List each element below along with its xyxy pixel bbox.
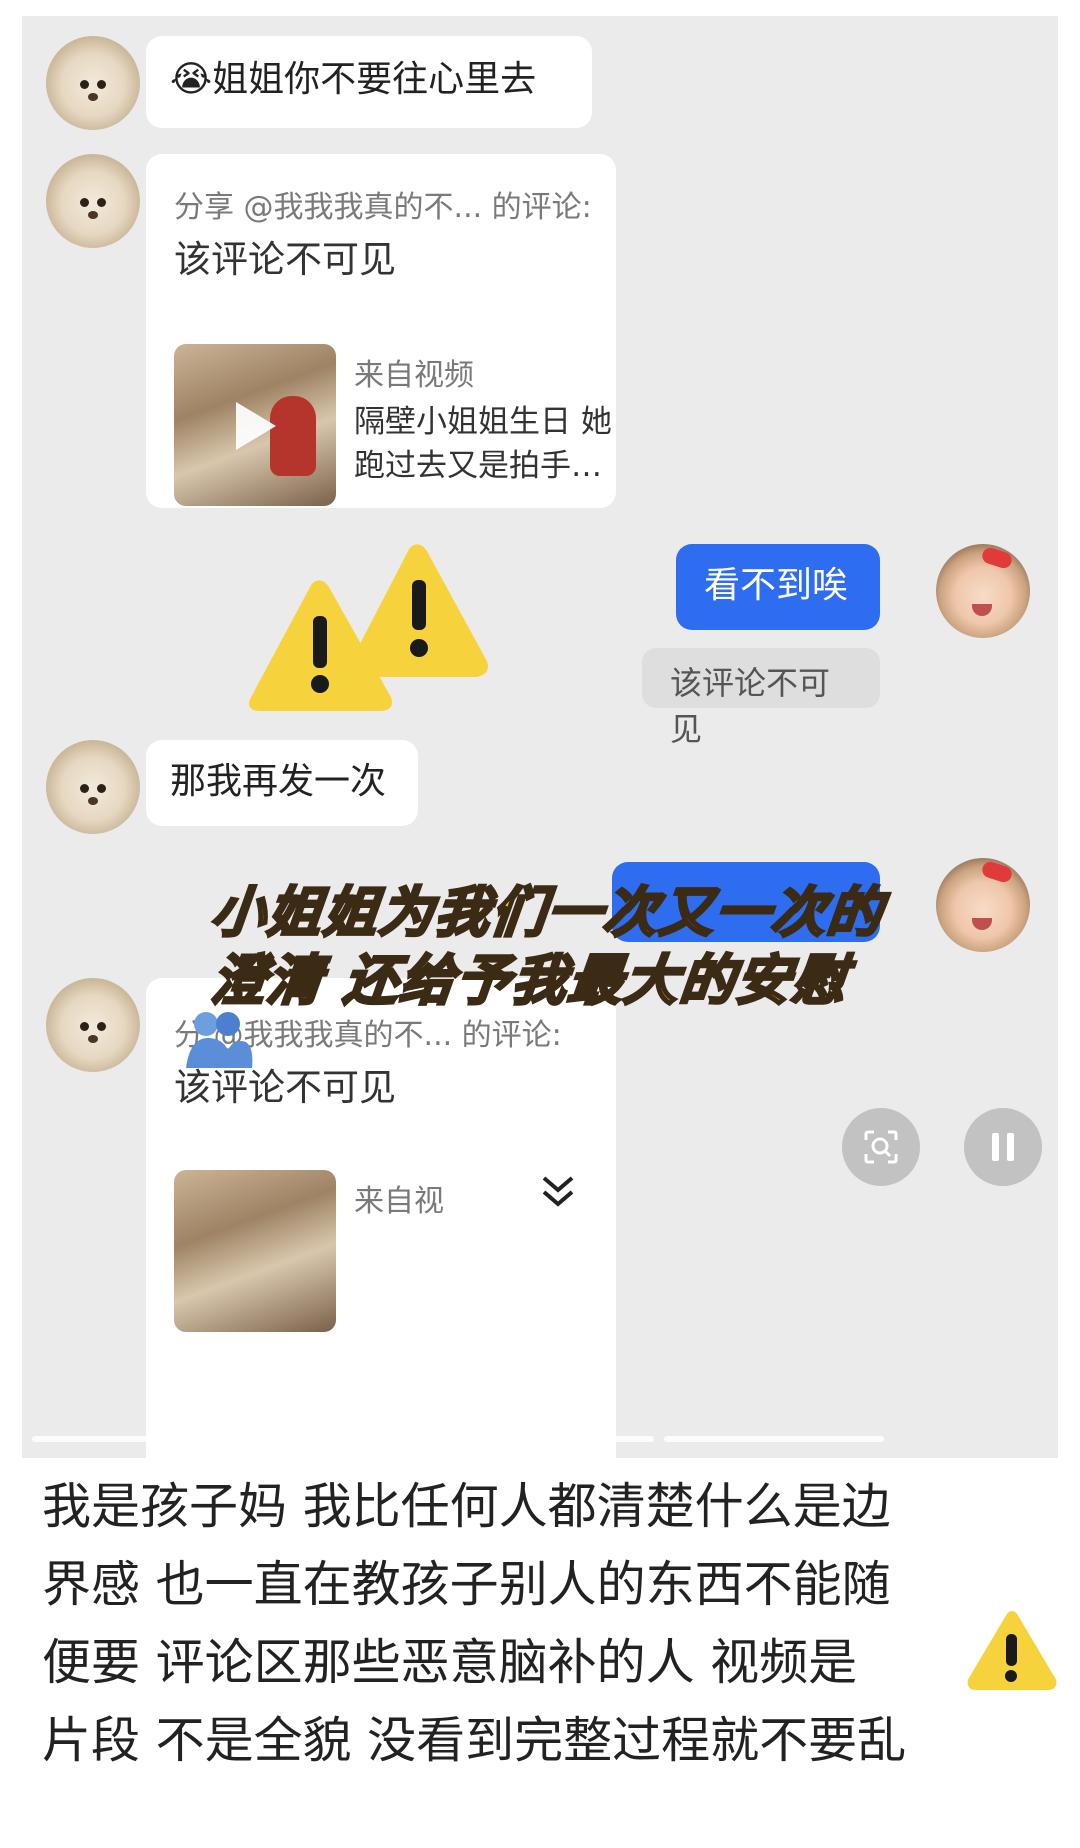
video-frame[interactable]: 😭姐姐你不要往心里去 分享 @我我我真的不... 的评论: 该评论不可见 来自视… <box>0 0 1080 1458</box>
reply-text: 看不到唉 <box>704 565 849 606</box>
hugging-people-icon <box>186 1012 253 1068</box>
from-video-label: 来自视 <box>354 1184 444 1219</box>
progress-segment-2 <box>432 1436 654 1442</box>
chat-bubble-resend: 那我再发一次 <box>146 740 418 826</box>
baby-avatar[interactable] <box>936 544 1030 638</box>
play-icon <box>236 402 276 450</box>
from-video-label: 来自视频 <box>354 358 474 393</box>
video-thumbnail[interactable] <box>174 1170 336 1332</box>
pause-button[interactable] <box>964 1108 1042 1186</box>
chat-bubble-apology: 😭姐姐你不要往心里去 <box>146 36 592 128</box>
reply-bubble: 看不到唉 <box>676 544 880 630</box>
baby-avatar[interactable] <box>936 858 1030 952</box>
caption-line: 片段 不是全貌 没看到完整过程就不要乱 <box>42 1712 907 1769</box>
message-text: 姐姐你不要往心里去 <box>212 59 537 100</box>
caption-line: 我是孩子妈 我比任何人都清楚什么是边 <box>42 1478 891 1535</box>
teddy-bear-avatar[interactable] <box>46 154 140 248</box>
teddy-bear-avatar[interactable] <box>46 740 140 834</box>
chevron-down-icon[interactable] <box>538 1172 578 1212</box>
progress-segment-1 <box>32 1436 422 1442</box>
system-notice-text: 该评论不可见 <box>670 664 831 748</box>
warning-emoji-icon <box>967 1611 1057 1690</box>
video-thumbnail[interactable] <box>174 344 336 506</box>
teddy-bear-avatar[interactable] <box>46 36 140 130</box>
caption-line: 便要 评论区那些恶意脑补的人 视频是 <box>42 1634 858 1691</box>
chat-screen: 😭姐姐你不要往心里去 分享 @我我我真的不... 的评论: 该评论不可见 来自视… <box>22 16 1058 1458</box>
scan-button[interactable] <box>842 1108 920 1186</box>
progress-segment-3 <box>664 1436 884 1442</box>
shared-comment-card[interactable]: 分 @我我我真的不... 的评论: 该评论不可见 来自视 <box>146 978 616 1458</box>
child-figure <box>270 396 316 476</box>
system-notice: 该评论不可见 <box>642 648 880 748</box>
scan-icon <box>864 1130 898 1164</box>
crying-emoji-icon: 😭 <box>170 59 213 100</box>
video-title: 隔壁小姐姐生日 她跑过去又是拍手… <box>354 404 612 484</box>
teddy-bear-avatar[interactable] <box>46 978 140 1072</box>
hidden-comment-text: 该评论不可见 <box>174 238 396 281</box>
share-header: 分享 @我我我真的不... 的评论: <box>174 190 592 225</box>
warning-sticker-icon <box>249 544 488 711</box>
pause-icon <box>992 1133 1014 1161</box>
post-caption: 我是孩子妈 我比任何人都清楚什么是边 界感 也一直在教孩子别人的东西不能随 便要… <box>42 1458 1042 1780</box>
shared-comment-card[interactable]: 分享 @我我我真的不... 的评论: 该评论不可见 来自视频 隔壁小姐姐生日 她… <box>146 154 616 508</box>
message-text: 那我再发一次 <box>170 761 387 802</box>
overlay-caption-line-2: 澄清 还给予我最大的安慰 <box>207 948 853 1014</box>
hidden-comment-text: 该评论不可见 <box>174 1066 396 1109</box>
caption-line: 界感 也一直在教孩子别人的东西不能随 <box>42 1556 891 1613</box>
